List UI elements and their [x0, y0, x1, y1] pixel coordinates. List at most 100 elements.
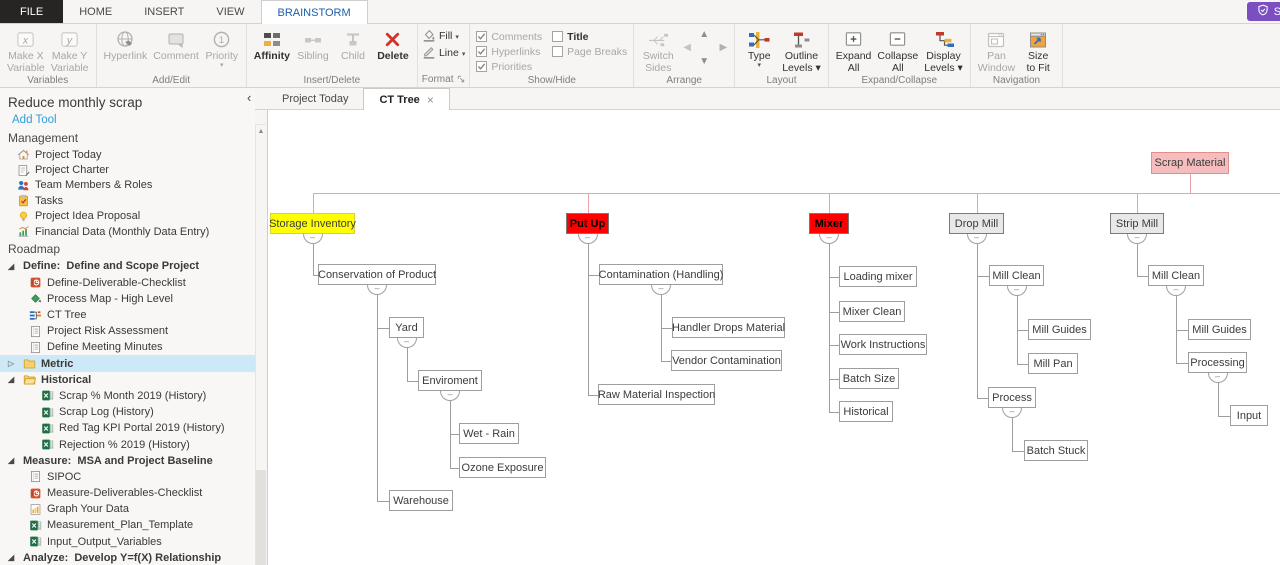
tree-node-mixer[interactable]: Mixer: [809, 213, 849, 234]
tree-node-batch-size[interactable]: Batch Size: [839, 368, 899, 389]
collapse-all-button[interactable]: CollapseAll: [874, 26, 921, 76]
collapse-knob[interactable]: –: [303, 234, 323, 244]
roadmap-item-analyze-develop-y-f-x-relationship[interactable]: ◢Analyze: Develop Y=f(X) Relationship: [0, 550, 255, 565]
expander-expanded-icon[interactable]: ◢: [8, 553, 18, 562]
ct-tree-canvas[interactable]: Scrap MaterialStorage Inventory–Conserva…: [267, 110, 1280, 565]
expander-expanded-icon[interactable]: ◢: [8, 262, 18, 271]
roadmap-item-measurement-plan-template[interactable]: Measurement_Plan_Template: [0, 517, 255, 533]
tree-node-contamination-handling[interactable]: Contamination (Handling): [599, 264, 723, 285]
roadmap-item-define-deliverable-checklist[interactable]: Define-Deliverable-Checklist: [0, 275, 255, 291]
expander-expanded-icon[interactable]: ◢: [8, 375, 18, 384]
submit-button[interactable]: Submit: [1247, 2, 1280, 21]
collapse-knob[interactable]: –: [578, 234, 598, 244]
tree-node-handler-drops-material[interactable]: Handler Drops Material: [672, 317, 785, 338]
roadmap-item-input-output-variables[interactable]: Input_Output_Variables: [0, 534, 255, 550]
tree-node-mill-pan[interactable]: Mill Pan: [1028, 353, 1078, 374]
expander-expanded-icon[interactable]: ◢: [8, 456, 18, 465]
sidebar-scrollbar[interactable]: ▲: [255, 124, 266, 565]
dialog-launcher-icon[interactable]: [457, 75, 465, 86]
collapse-knob[interactable]: –: [397, 338, 417, 348]
tab-file[interactable]: FILE: [0, 0, 63, 23]
sidebar-item-tasks[interactable]: Tasks: [0, 193, 255, 208]
tree-node-warehouse[interactable]: Warehouse: [389, 490, 453, 511]
tree-node-loading-mixer[interactable]: Loading mixer: [839, 266, 917, 287]
collapse-knob[interactable]: –: [651, 285, 671, 295]
roadmap-item-metric[interactable]: ▷Metric: [0, 355, 255, 371]
roadmap-item-define-meeting-minutes[interactable]: Define Meeting Minutes: [0, 339, 255, 355]
roadmap-item-define-define-and-scope-project[interactable]: ◢Define: Define and Scope Project: [0, 258, 255, 274]
tree-node-vendor-contamination[interactable]: Vendor Contamination: [671, 350, 782, 371]
tree-node-work-instructions[interactable]: Work Instructions: [839, 334, 927, 355]
roadmap-item-rejection-2019-history[interactable]: Rejection % 2019 (History): [0, 436, 255, 452]
roadmap-item-process-map-high-level[interactable]: Process Map - High Level: [0, 291, 255, 307]
tree-node-mill-guides[interactable]: Mill Guides: [1028, 319, 1091, 340]
tree-node-mill-clean[interactable]: Mill Clean: [1148, 265, 1204, 286]
collapse-knob[interactable]: –: [1007, 286, 1027, 296]
tree-node-process[interactable]: Process: [988, 387, 1036, 408]
tree-node-put-up[interactable]: Put Up: [566, 213, 609, 234]
roadmap-item-measure-deliverables-checklist[interactable]: Measure-Deliverables-Checklist: [0, 485, 255, 501]
tab-home[interactable]: HOME: [63, 0, 128, 23]
roadmap-item-red-tag-kpi-portal-2019-history[interactable]: Red Tag KPI Portal 2019 (History): [0, 420, 255, 436]
collapse-knob[interactable]: –: [440, 391, 460, 401]
tree-node-raw-material-inspection[interactable]: Raw Material Inspection: [598, 384, 715, 405]
sidebar-item-financial-data-monthly-data-entry[interactable]: Financial Data (Monthly Data Entry): [0, 224, 255, 239]
collapse-knob[interactable]: –: [1208, 373, 1228, 383]
title-checkbox[interactable]: Title: [552, 29, 627, 44]
size-to-fit-button[interactable]: Sizeto Fit: [1018, 26, 1058, 76]
tree-node-input[interactable]: Input: [1230, 405, 1268, 426]
roadmap-item-ct-tree[interactable]: CT Tree: [0, 307, 255, 323]
tree-node-storage-inventory[interactable]: Storage Inventory: [270, 213, 355, 234]
display-levels-button[interactable]: DisplayLevels ▾: [921, 26, 966, 76]
roadmap-item-scrap-log-history[interactable]: Scrap Log (History): [0, 404, 255, 420]
add-tool-link[interactable]: Add Tool: [0, 111, 255, 128]
tab-view[interactable]: VIEW: [200, 0, 260, 23]
tree-node-drop-mill[interactable]: Drop Mill: [949, 213, 1004, 234]
close-tab-icon[interactable]: ×: [427, 93, 434, 107]
tree-node-batch-stuck[interactable]: Batch Stuck: [1024, 440, 1088, 461]
collapse-knob[interactable]: –: [967, 234, 987, 244]
tree-node-wet-rain[interactable]: Wet - Rain: [459, 423, 519, 444]
affinity-button[interactable]: Affinity: [251, 26, 293, 65]
sidebar-item-team-members-roles[interactable]: Team Members & Roles: [0, 178, 255, 193]
tree-node-yard[interactable]: Yard: [389, 317, 424, 338]
tree-node-mill-clean[interactable]: Mill Clean: [989, 265, 1044, 286]
outline-levels-button[interactable]: OutlineLevels ▾: [779, 26, 824, 76]
doc-tab-project-today[interactable]: Project Today: [267, 88, 363, 109]
collapse-knob[interactable]: –: [367, 285, 387, 295]
scrollbar-thumb[interactable]: [256, 470, 266, 565]
collapse-knob[interactable]: –: [1002, 408, 1022, 418]
tab-brainstorm[interactable]: BRAINSTORM: [261, 0, 368, 24]
type-button[interactable]: Type▾: [739, 26, 779, 71]
tree-node-scrap-material[interactable]: Scrap Material: [1151, 152, 1229, 174]
doc-tab-ct-tree[interactable]: CT Tree ×: [363, 88, 449, 110]
roadmap-item-project-risk-assessment[interactable]: Project Risk Assessment: [0, 323, 255, 339]
collapse-knob[interactable]: –: [819, 234, 839, 244]
line-button[interactable]: Line▾: [422, 46, 465, 61]
tree-node-processing[interactable]: Processing: [1188, 352, 1247, 373]
tree-node-strip-mill[interactable]: Strip Mill: [1110, 213, 1164, 234]
expander-collapsed-icon[interactable]: ▷: [8, 359, 18, 368]
tree-node-mixer-clean[interactable]: Mixer Clean: [839, 301, 905, 322]
fill-button[interactable]: Fill▾: [422, 29, 465, 44]
scroll-up-arrow-icon[interactable]: ▲: [256, 125, 266, 135]
tree-node-enviroment[interactable]: Enviroment: [418, 370, 482, 391]
tree-node-mill-guides[interactable]: Mill Guides: [1188, 319, 1251, 340]
roadmap-item-historical[interactable]: ◢Historical: [0, 372, 255, 388]
expand-all-button[interactable]: ExpandAll: [833, 26, 875, 76]
roadmap-item-sipoc[interactable]: SIPOC: [0, 469, 255, 485]
collapse-knob[interactable]: –: [1127, 234, 1147, 244]
collapse-sidebar-chevron[interactable]: ‹: [247, 90, 251, 106]
tree-node-historical[interactable]: Historical: [839, 401, 893, 422]
delete-button[interactable]: Delete: [373, 26, 413, 65]
sidebar-item-project-today[interactable]: Project Today: [0, 147, 255, 162]
collapse-knob[interactable]: –: [1166, 286, 1186, 296]
sidebar-item-project-charter[interactable]: Project Charter: [0, 162, 255, 177]
tree-node-conservation-of-product[interactable]: Conservation of Product: [318, 264, 436, 285]
tab-insert[interactable]: INSERT: [128, 0, 200, 23]
sidebar-item-project-idea-proposal[interactable]: Project Idea Proposal: [0, 209, 255, 224]
roadmap-item-graph-your-data[interactable]: Graph Your Data: [0, 501, 255, 517]
tree-node-ozone-exposure[interactable]: Ozone Exposure: [459, 457, 546, 478]
roadmap-item-measure-msa-and-project-baseline[interactable]: ◢Measure: MSA and Project Baseline: [0, 453, 255, 469]
roadmap-item-scrap-month-2019-history[interactable]: Scrap % Month 2019 (History): [0, 388, 255, 404]
